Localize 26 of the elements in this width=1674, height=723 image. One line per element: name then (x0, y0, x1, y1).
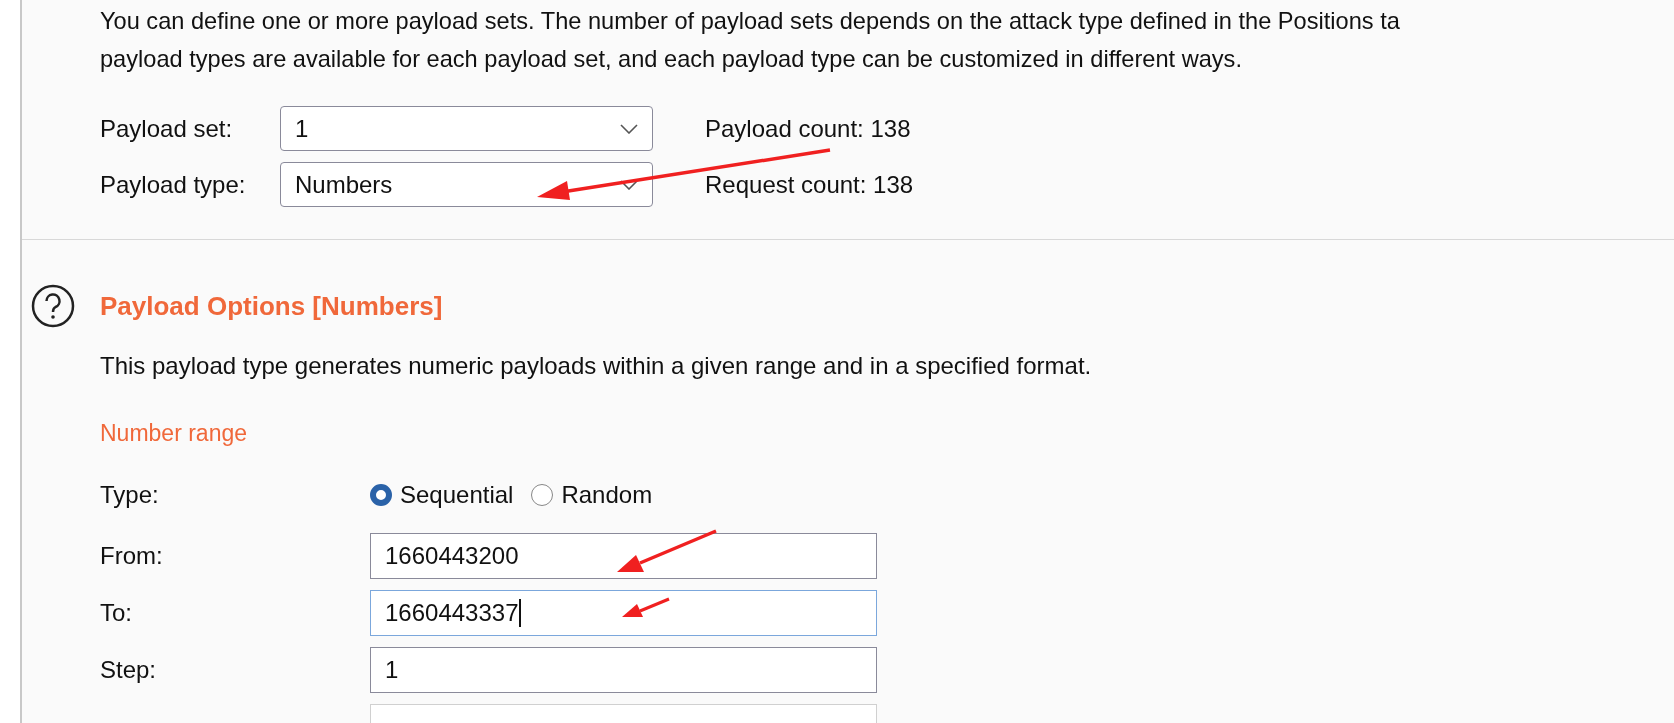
radio-option[interactable]: Sequential (370, 481, 514, 509)
field-label: Step: (100, 656, 157, 684)
caret-icon (620, 179, 638, 190)
input-field[interactable]: 1 (370, 647, 877, 693)
help-icon[interactable] (31, 284, 75, 328)
dropdown[interactable]: 1 (280, 106, 653, 151)
field-label: To: (100, 599, 132, 627)
count-text: Payload count: 138 (704, 114, 912, 143)
field-label: From: (100, 542, 163, 570)
count-text: Request count: 138 (704, 170, 915, 199)
dropdown[interactable]: Numbers (280, 162, 653, 207)
radio-button[interactable] (370, 484, 392, 506)
group-title: Number range (100, 420, 249, 447)
input-field[interactable]: 1660443200 (370, 533, 877, 579)
radio-button[interactable] (531, 484, 554, 506)
field-label: Type: (100, 481, 160, 509)
description-text: You can define one or more payload sets. The number of payload sets depends on the attack type defined in the Positions ta (100, 7, 1401, 36)
section-title: Payload Options [Numbers] (100, 290, 443, 322)
section-description: This payload type generates numeric payloads within a given range and in a specified format. (100, 352, 1093, 380)
description-text: payload types are available for each payload set, and each payload type can be customized in different ways. (100, 45, 1243, 74)
caret-icon (620, 123, 638, 134)
annotation-arrow (622, 597, 670, 617)
field-label: Payload set: (100, 114, 234, 143)
field-label: Payload type: (100, 170, 247, 199)
input-field[interactable]: 1660443337 (370, 590, 877, 636)
radio-option[interactable]: Random (531, 481, 653, 509)
